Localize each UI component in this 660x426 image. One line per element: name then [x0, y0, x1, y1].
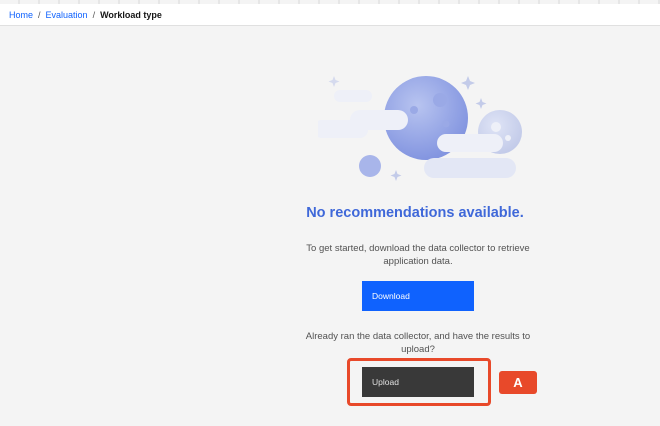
breadcrumb-evaluation-link[interactable]: Evaluation [46, 10, 88, 20]
moon-clouds-illustration [313, 72, 528, 182]
upload-prompt-text: Already ran the data collector, and have… [305, 331, 531, 355]
empty-state-title: No recommendations available. [306, 205, 524, 221]
breadcrumb-home-link[interactable]: Home [9, 10, 33, 20]
breadcrumb-separator: / [38, 9, 41, 20]
empty-state-description: To get started, download the data collec… [306, 243, 530, 267]
breadcrumb: Home / Evaluation / Workload type [0, 4, 660, 26]
upload-button[interactable]: Upload [362, 367, 474, 397]
breadcrumb-separator: / [92, 9, 96, 20]
annotation-marker: A [499, 371, 537, 394]
breadcrumb-current: Workload type [100, 9, 162, 20]
download-button[interactable]: Download [362, 281, 474, 311]
